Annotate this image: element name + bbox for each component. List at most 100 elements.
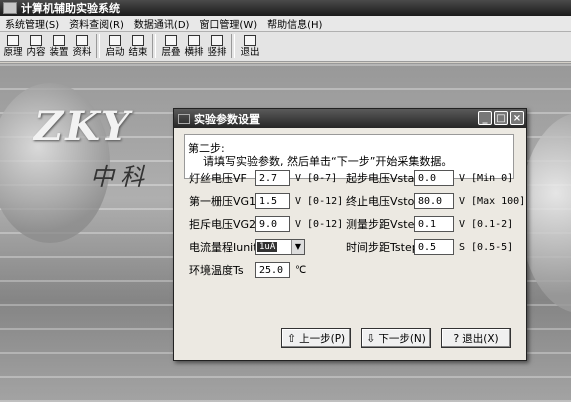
start-icon — [109, 35, 121, 46]
menubar: 系统管理(S) 资料查阅(R) 数据通讯(D) 窗口管理(W) 帮助信息(H) — [0, 16, 571, 32]
tile-vertical-icon — [211, 35, 223, 46]
toolbar-label: 原理 — [3, 47, 23, 58]
help-exit-icon: ? — [453, 331, 460, 345]
field-label: 环境温度Ts — [189, 264, 244, 277]
current-range-select[interactable]: 1uA ▼ — [255, 239, 305, 255]
maximize-button[interactable]: □ — [494, 111, 508, 125]
field-label: 拒斥电压VG2A — [189, 218, 264, 231]
toolbar-exit-button[interactable]: 退出 — [239, 35, 261, 61]
experiment-params-dialog: 实验参数设置 _ □ × 第二步: 请填写实验参数, 然后单击“下一步”开始采集… — [173, 108, 527, 361]
field-label: 终止电压Vstop — [346, 195, 422, 208]
dialog-title: 实验参数设置 — [194, 112, 260, 126]
vstart-row: 起步电压Vstart 0.0 V [Min 0] — [346, 169, 513, 187]
current-range-row: 电流量程Iunit 1uA ▼ — [189, 238, 305, 256]
exit-button[interactable]: ? 退出(X) — [441, 328, 511, 348]
zky-logo: ZKY — [34, 103, 132, 150]
app-titlebar: 计算机辅助实验系统 — [0, 0, 571, 16]
tstep-row: 时间步距Tstep 0.5 S [0.5-5] — [346, 238, 513, 256]
toolbar-stop-button[interactable]: 结束 — [127, 35, 149, 61]
toolbar-label: 结束 — [128, 47, 148, 58]
next-button-label: 下一步(N) — [378, 332, 426, 345]
field-label: 电流量程Iunit — [189, 241, 258, 254]
toolbar: 原理 内容 装置 资料 启动 结束 层叠 横排 竖排 退出 — [0, 32, 571, 62]
vstop-input[interactable]: 80.0 — [414, 193, 454, 209]
device-icon — [53, 35, 65, 46]
menu-data-comm[interactable]: 数据通讯(D) — [129, 16, 195, 31]
menu-window[interactable]: 窗口管理(W) — [194, 16, 262, 31]
toolbar-start-button[interactable]: 启动 — [104, 35, 126, 61]
toolbar-label: 内容 — [26, 47, 46, 58]
close-button[interactable]: × — [510, 111, 524, 125]
dropdown-arrow-icon[interactable]: ▼ — [291, 240, 304, 254]
grid1-voltage-row: 第一栅压VG1K 1.5 V [0-12] — [189, 192, 343, 210]
filament-voltage-row: 灯丝电压VF 2.7 V [0-7] — [189, 169, 337, 187]
toolbar-tile-vertical-button[interactable]: 竖排 — [206, 35, 228, 61]
vstep-row: 测量步距Vstep 0.1 V [0.1-2] — [346, 215, 513, 233]
field-unit: ℃ — [295, 264, 307, 276]
exit-button-label: 退出(X) — [462, 332, 499, 345]
menu-system[interactable]: 系统管理(S) — [0, 16, 64, 31]
instruction-text: 请填写实验参数, 然后单击“下一步”开始采集数据。 — [203, 155, 453, 168]
field-label: 测量步距Vstep — [346, 218, 422, 231]
vstep-input[interactable]: 0.1 — [414, 216, 454, 232]
cascade-icon — [165, 35, 177, 46]
field-label: 时间步距Tstep — [346, 241, 419, 254]
toolbar-principle-button[interactable]: 原理 — [2, 35, 24, 61]
toolbar-tile-horizontal-button[interactable]: 横排 — [183, 35, 205, 61]
temperature-input[interactable]: 25.0 — [255, 262, 290, 278]
docs-icon — [76, 35, 88, 46]
toolbar-separator — [152, 34, 156, 58]
principle-icon — [7, 35, 19, 46]
field-unit: S [0.5-5] — [459, 241, 514, 253]
tile-horizontal-icon — [188, 35, 200, 46]
dialog-titlebar[interactable]: 实验参数设置 _ □ × — [174, 109, 526, 128]
tstep-input[interactable]: 0.5 — [414, 239, 454, 255]
toolbar-label: 退出 — [240, 47, 260, 58]
exit-icon — [244, 35, 256, 46]
toolbar-label: 竖排 — [207, 47, 227, 58]
app-icon — [3, 2, 17, 14]
stop-icon — [132, 35, 144, 46]
toolbar-content-button[interactable]: 内容 — [25, 35, 47, 61]
toolbar-cascade-button[interactable]: 层叠 — [160, 35, 182, 61]
field-label: 灯丝电压VF — [189, 172, 247, 185]
arrow-up-icon: ⇧ — [286, 331, 297, 345]
menu-help[interactable]: 帮助信息(H) — [262, 16, 327, 31]
minimize-button[interactable]: _ — [478, 111, 492, 125]
reject-voltage-row: 拒斥电压VG2A 9.0 V [0-12] — [189, 215, 343, 233]
current-range-value: 1uA — [257, 242, 278, 252]
field-unit: V [Min 0] — [459, 172, 514, 184]
field-unit: V [0-12] — [295, 195, 344, 207]
field-label: 第一栅压VG1K — [189, 195, 264, 208]
toolbar-label: 横排 — [184, 47, 204, 58]
filament-voltage-input[interactable]: 2.7 — [255, 170, 290, 186]
field-unit: V [0-7] — [295, 172, 338, 184]
toolbar-device-button[interactable]: 装置 — [48, 35, 70, 61]
toolbar-label: 启动 — [105, 47, 125, 58]
arrow-down-icon: ⇩ — [366, 331, 376, 345]
field-label: 起步电压Vstart — [346, 172, 424, 185]
temperature-row: 环境温度Ts 25.0 ℃ — [189, 261, 306, 279]
vstop-row: 终止电压Vstop 80.0 V [Max 100] — [346, 192, 525, 210]
field-unit: V [0-12] — [295, 218, 344, 230]
field-unit: V [0.1-2] — [459, 218, 514, 230]
dialog-icon — [178, 113, 190, 124]
field-unit: V [Max 100] — [459, 195, 526, 207]
toolbar-label: 装置 — [49, 47, 69, 58]
zky-logo-cn: 中科 — [90, 163, 150, 191]
toolbar-separator — [231, 34, 235, 58]
menu-reference[interactable]: 资料查阅(R) — [64, 16, 129, 31]
content-icon — [30, 35, 42, 46]
app-title: 计算机辅助实验系统 — [21, 2, 120, 15]
reject-voltage-input[interactable]: 9.0 — [255, 216, 290, 232]
grid1-voltage-input[interactable]: 1.5 — [255, 193, 290, 209]
toolbar-docs-button[interactable]: 资料 — [71, 35, 93, 61]
next-button[interactable]: ⇩ 下一步(N) — [361, 328, 431, 348]
prev-button-label: 上一步(P) — [299, 332, 346, 345]
globe-decoration — [520, 113, 571, 313]
prev-button[interactable]: ⇧ 上一步(P) — [281, 328, 351, 348]
vstart-input[interactable]: 0.0 — [414, 170, 454, 186]
toolbar-separator — [96, 34, 100, 58]
toolbar-label: 层叠 — [161, 47, 181, 58]
toolbar-label: 资料 — [72, 47, 92, 58]
